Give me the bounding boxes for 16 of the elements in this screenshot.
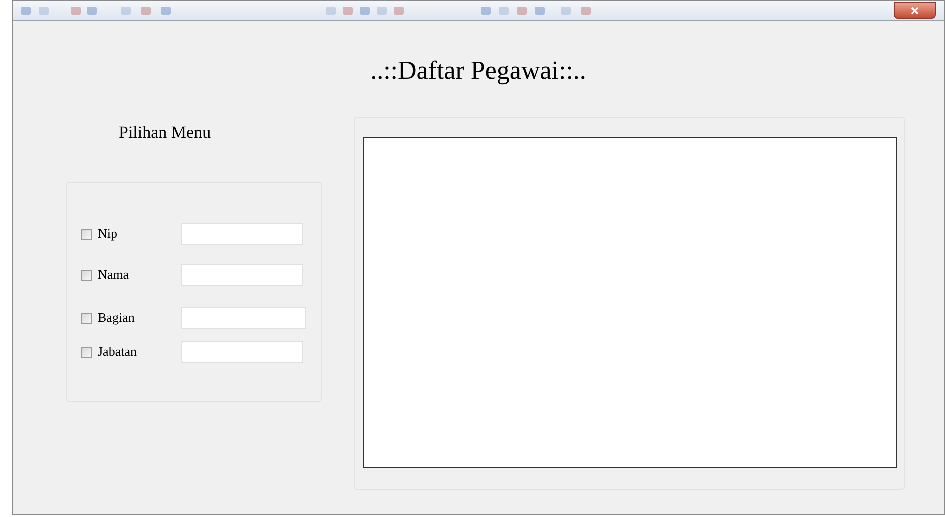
text-field[interactable] bbox=[181, 341, 303, 363]
option-label: Jabatan bbox=[98, 343, 138, 362]
option-label: Nip bbox=[98, 225, 118, 244]
option-label: Bagian bbox=[98, 309, 136, 328]
text-field[interactable] bbox=[181, 264, 303, 286]
option-label: Nama bbox=[98, 266, 130, 284]
checkbox[interactable] bbox=[81, 228, 92, 240]
checkbox[interactable] bbox=[81, 346, 92, 358]
window-title: ..::Daftar Pegawai::.. bbox=[370, 55, 586, 87]
text-field[interactable] bbox=[181, 223, 303, 245]
text-field[interactable] bbox=[181, 307, 306, 329]
close-button[interactable] bbox=[894, 2, 936, 19]
checkbox[interactable] bbox=[81, 270, 92, 280]
close-icon bbox=[911, 6, 919, 14]
checkbox[interactable] bbox=[81, 312, 92, 324]
menu-heading: Pilihan Menu bbox=[119, 123, 212, 142]
